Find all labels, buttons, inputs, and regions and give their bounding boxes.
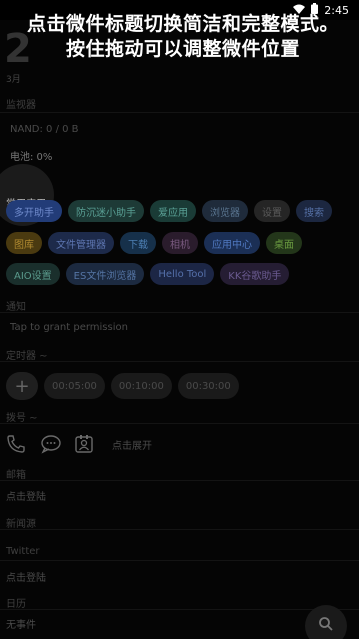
app-row: AIO设置 ES文件浏览器 Hello Tool KK谷歌助手 bbox=[6, 263, 290, 285]
app-shortcut[interactable]: 应用中心 bbox=[204, 232, 260, 254]
twitter-title[interactable]: Twitter bbox=[6, 546, 40, 557]
app-shortcut[interactable]: 桌面 bbox=[266, 232, 302, 254]
app-shortcut[interactable]: 搜索 bbox=[296, 200, 332, 222]
app-shortcut[interactable]: 图库 bbox=[6, 232, 42, 254]
app-shortcut[interactable]: Hello Tool bbox=[150, 263, 215, 285]
grant-permission-text[interactable]: Tap to grant permission bbox=[10, 322, 128, 333]
tip-overlay-text: 点击微件标题切换简洁和完整模式。按住拖动可以调整微件位置 bbox=[26, 13, 339, 60]
mail-login-text[interactable]: 点击登陆 bbox=[6, 488, 46, 503]
app-shortcut[interactable]: 多开助手 bbox=[6, 200, 62, 222]
divider bbox=[0, 529, 359, 530]
notify-title[interactable]: 通知 bbox=[6, 298, 26, 313]
app-shortcut[interactable]: KK谷歌助手 bbox=[220, 263, 290, 285]
expand-text[interactable]: 点击展开 bbox=[112, 437, 152, 452]
calendar-title[interactable]: 日历 bbox=[6, 595, 26, 610]
nand-text: NAND: 0 / 0 B bbox=[10, 124, 79, 135]
contacts-icon[interactable] bbox=[74, 434, 94, 454]
dial-actions: 点击展开 bbox=[6, 434, 152, 454]
widget-page: 2 3月 监视器 NAND: 0 / 0 B 电池: 0% 常用应用 多开助手防… bbox=[0, 20, 359, 639]
divider bbox=[0, 112, 359, 113]
app-shortcut[interactable]: 相机 bbox=[162, 232, 198, 254]
app-shortcut[interactable]: 防沉迷小助手 bbox=[68, 200, 144, 222]
phone-icon[interactable] bbox=[6, 434, 26, 454]
search-button[interactable] bbox=[305, 605, 347, 639]
timer-preset[interactable]: 00:10:00 bbox=[110, 373, 172, 399]
app-shortcut[interactable]: 爱应用 bbox=[150, 200, 196, 222]
mail-title[interactable]: 邮箱 bbox=[6, 466, 26, 481]
timer-preset[interactable]: 00:05:00 bbox=[44, 373, 105, 399]
app-shortcut[interactable]: 浏览器 bbox=[202, 200, 248, 222]
search-icon bbox=[318, 616, 334, 636]
twitter-login-text[interactable]: 点击登陆 bbox=[6, 569, 46, 584]
divider bbox=[0, 480, 359, 481]
app-shortcut[interactable]: 文件管理器 bbox=[48, 232, 114, 254]
divider bbox=[0, 423, 359, 424]
divider bbox=[0, 609, 359, 610]
app-row: 多开助手 防沉迷小助手 爱应用 浏览器 设置 搜索 bbox=[6, 200, 332, 222]
app-shortcut[interactable]: 设置 bbox=[254, 200, 290, 222]
timer-title[interactable]: 定时器 ~ bbox=[6, 347, 48, 362]
battery-text: 电池: 0% bbox=[10, 152, 53, 163]
monitor-title[interactable]: 监视器 bbox=[6, 96, 36, 111]
timer-preset[interactable]: 00:30:00 bbox=[177, 373, 239, 399]
add-timer-button[interactable]: + bbox=[6, 372, 38, 400]
app-shortcut[interactable]: AIO设置 bbox=[6, 263, 60, 285]
divider bbox=[0, 361, 359, 362]
dial-title[interactable]: 拨号 ~ bbox=[6, 409, 38, 424]
divider bbox=[0, 312, 359, 313]
app-shortcut[interactable]: 下载 bbox=[120, 232, 156, 254]
news-title[interactable]: 新闻源 bbox=[6, 515, 36, 530]
calendar-empty-text: 无事件 bbox=[6, 620, 36, 631]
sms-icon[interactable] bbox=[40, 434, 61, 454]
app-shortcut[interactable]: ES文件浏览器 bbox=[65, 263, 145, 285]
date-text: 3月 bbox=[6, 75, 21, 85]
timer-row: + 00:05:00 00:10:00 00:30:00 bbox=[6, 372, 239, 400]
divider bbox=[0, 560, 359, 561]
app-row: 图库 文件管理器 下载 相机 应用中心 桌面 bbox=[6, 232, 302, 254]
